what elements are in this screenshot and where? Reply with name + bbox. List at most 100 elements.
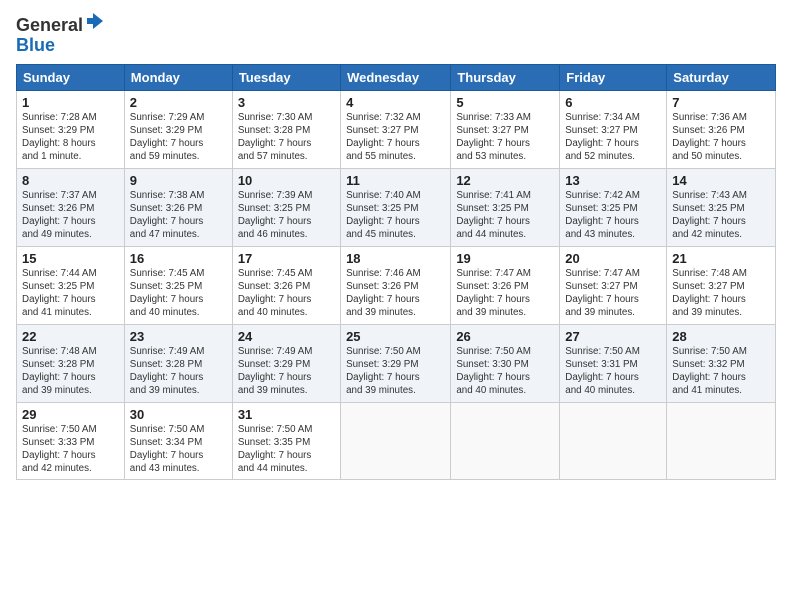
day-info: Sunrise: 7:43 AMSunset: 3:25 PMDaylight:… <box>672 189 770 242</box>
day-info: Sunrise: 7:45 AMSunset: 3:25 PMDaylight:… <box>130 267 227 320</box>
calendar-cell: 4Sunrise: 7:32 AMSunset: 3:27 PMDaylight… <box>341 90 451 168</box>
day-info: Sunrise: 7:50 AMSunset: 3:35 PMDaylight:… <box>238 423 335 476</box>
day-number: 19 <box>456 251 554 266</box>
logo-blue: Blue <box>16 35 55 55</box>
day-number: 9 <box>130 173 227 188</box>
day-number: 2 <box>130 95 227 110</box>
day-number: 7 <box>672 95 770 110</box>
day-number: 29 <box>22 407 119 422</box>
calendar-cell: 15Sunrise: 7:44 AMSunset: 3:25 PMDayligh… <box>17 246 125 324</box>
calendar-cell: 23Sunrise: 7:49 AMSunset: 3:28 PMDayligh… <box>124 324 232 402</box>
calendar-cell: 9Sunrise: 7:38 AMSunset: 3:26 PMDaylight… <box>124 168 232 246</box>
day-info: Sunrise: 7:38 AMSunset: 3:26 PMDaylight:… <box>130 189 227 242</box>
day-info: Sunrise: 7:45 AMSunset: 3:26 PMDaylight:… <box>238 267 335 320</box>
day-number: 18 <box>346 251 445 266</box>
day-number: 24 <box>238 329 335 344</box>
day-number: 12 <box>456 173 554 188</box>
day-number: 26 <box>456 329 554 344</box>
calendar-cell: 22Sunrise: 7:48 AMSunset: 3:28 PMDayligh… <box>17 324 125 402</box>
calendar-cell: 6Sunrise: 7:34 AMSunset: 3:27 PMDaylight… <box>560 90 667 168</box>
calendar-cell: 10Sunrise: 7:39 AMSunset: 3:25 PMDayligh… <box>232 168 340 246</box>
day-info: Sunrise: 7:32 AMSunset: 3:27 PMDaylight:… <box>346 111 445 164</box>
col-thursday: Thursday <box>451 64 560 90</box>
calendar-cell: 3Sunrise: 7:30 AMSunset: 3:28 PMDaylight… <box>232 90 340 168</box>
day-number: 30 <box>130 407 227 422</box>
day-info: Sunrise: 7:28 AMSunset: 3:29 PMDaylight:… <box>22 111 119 164</box>
logo: General Blue <box>16 16 105 56</box>
day-info: Sunrise: 7:41 AMSunset: 3:25 PMDaylight:… <box>456 189 554 242</box>
col-saturday: Saturday <box>667 64 776 90</box>
calendar-cell: 5Sunrise: 7:33 AMSunset: 3:27 PMDaylight… <box>451 90 560 168</box>
day-info: Sunrise: 7:50 AMSunset: 3:31 PMDaylight:… <box>565 345 661 398</box>
calendar-cell <box>451 402 560 480</box>
day-number: 4 <box>346 95 445 110</box>
day-number: 14 <box>672 173 770 188</box>
calendar-cell: 19Sunrise: 7:47 AMSunset: 3:26 PMDayligh… <box>451 246 560 324</box>
day-number: 21 <box>672 251 770 266</box>
day-number: 22 <box>22 329 119 344</box>
day-info: Sunrise: 7:34 AMSunset: 3:27 PMDaylight:… <box>565 111 661 164</box>
calendar-header-row: Sunday Monday Tuesday Wednesday Thursday… <box>17 64 776 90</box>
day-number: 5 <box>456 95 554 110</box>
logo-general: General <box>16 15 83 35</box>
day-info: Sunrise: 7:40 AMSunset: 3:25 PMDaylight:… <box>346 189 445 242</box>
col-wednesday: Wednesday <box>341 64 451 90</box>
day-info: Sunrise: 7:47 AMSunset: 3:26 PMDaylight:… <box>456 267 554 320</box>
day-number: 16 <box>130 251 227 266</box>
day-info: Sunrise: 7:49 AMSunset: 3:29 PMDaylight:… <box>238 345 335 398</box>
day-number: 25 <box>346 329 445 344</box>
calendar-cell <box>341 402 451 480</box>
calendar-cell: 24Sunrise: 7:49 AMSunset: 3:29 PMDayligh… <box>232 324 340 402</box>
day-info: Sunrise: 7:37 AMSunset: 3:26 PMDaylight:… <box>22 189 119 242</box>
col-friday: Friday <box>560 64 667 90</box>
day-number: 1 <box>22 95 119 110</box>
day-number: 17 <box>238 251 335 266</box>
day-number: 8 <box>22 173 119 188</box>
page-container: General Blue Sunday Monday Tuesday Wedne… <box>0 0 792 488</box>
day-info: Sunrise: 7:46 AMSunset: 3:26 PMDaylight:… <box>346 267 445 320</box>
day-number: 13 <box>565 173 661 188</box>
calendar-cell: 8Sunrise: 7:37 AMSunset: 3:26 PMDaylight… <box>17 168 125 246</box>
day-info: Sunrise: 7:48 AMSunset: 3:28 PMDaylight:… <box>22 345 119 398</box>
page-header: General Blue <box>16 12 776 56</box>
day-info: Sunrise: 7:30 AMSunset: 3:28 PMDaylight:… <box>238 111 335 164</box>
day-number: 11 <box>346 173 445 188</box>
day-info: Sunrise: 7:39 AMSunset: 3:25 PMDaylight:… <box>238 189 335 242</box>
calendar-cell: 25Sunrise: 7:50 AMSunset: 3:29 PMDayligh… <box>341 324 451 402</box>
calendar-cell <box>560 402 667 480</box>
day-info: Sunrise: 7:48 AMSunset: 3:27 PMDaylight:… <box>672 267 770 320</box>
calendar-cell: 7Sunrise: 7:36 AMSunset: 3:26 PMDaylight… <box>667 90 776 168</box>
day-info: Sunrise: 7:50 AMSunset: 3:30 PMDaylight:… <box>456 345 554 398</box>
calendar-cell: 13Sunrise: 7:42 AMSunset: 3:25 PMDayligh… <box>560 168 667 246</box>
calendar-cell: 21Sunrise: 7:48 AMSunset: 3:27 PMDayligh… <box>667 246 776 324</box>
day-info: Sunrise: 7:44 AMSunset: 3:25 PMDaylight:… <box>22 267 119 320</box>
calendar-cell <box>667 402 776 480</box>
day-number: 28 <box>672 329 770 344</box>
day-info: Sunrise: 7:50 AMSunset: 3:34 PMDaylight:… <box>130 423 227 476</box>
calendar-cell: 14Sunrise: 7:43 AMSunset: 3:25 PMDayligh… <box>667 168 776 246</box>
day-info: Sunrise: 7:36 AMSunset: 3:26 PMDaylight:… <box>672 111 770 164</box>
calendar-cell: 26Sunrise: 7:50 AMSunset: 3:30 PMDayligh… <box>451 324 560 402</box>
calendar-cell: 31Sunrise: 7:50 AMSunset: 3:35 PMDayligh… <box>232 402 340 480</box>
calendar-cell: 17Sunrise: 7:45 AMSunset: 3:26 PMDayligh… <box>232 246 340 324</box>
col-tuesday: Tuesday <box>232 64 340 90</box>
day-info: Sunrise: 7:47 AMSunset: 3:27 PMDaylight:… <box>565 267 661 320</box>
day-number: 23 <box>130 329 227 344</box>
day-number: 15 <box>22 251 119 266</box>
day-number: 6 <box>565 95 661 110</box>
calendar-cell: 12Sunrise: 7:41 AMSunset: 3:25 PMDayligh… <box>451 168 560 246</box>
col-monday: Monday <box>124 64 232 90</box>
day-info: Sunrise: 7:42 AMSunset: 3:25 PMDaylight:… <box>565 189 661 242</box>
day-info: Sunrise: 7:33 AMSunset: 3:27 PMDaylight:… <box>456 111 554 164</box>
calendar-cell: 29Sunrise: 7:50 AMSunset: 3:33 PMDayligh… <box>17 402 125 480</box>
logo-text: General Blue <box>16 16 105 56</box>
calendar-cell: 20Sunrise: 7:47 AMSunset: 3:27 PMDayligh… <box>560 246 667 324</box>
day-number: 27 <box>565 329 661 344</box>
day-info: Sunrise: 7:50 AMSunset: 3:32 PMDaylight:… <box>672 345 770 398</box>
calendar-cell: 30Sunrise: 7:50 AMSunset: 3:34 PMDayligh… <box>124 402 232 480</box>
calendar-cell: 18Sunrise: 7:46 AMSunset: 3:26 PMDayligh… <box>341 246 451 324</box>
calendar-cell: 1Sunrise: 7:28 AMSunset: 3:29 PMDaylight… <box>17 90 125 168</box>
calendar-cell: 28Sunrise: 7:50 AMSunset: 3:32 PMDayligh… <box>667 324 776 402</box>
day-number: 20 <box>565 251 661 266</box>
day-number: 3 <box>238 95 335 110</box>
